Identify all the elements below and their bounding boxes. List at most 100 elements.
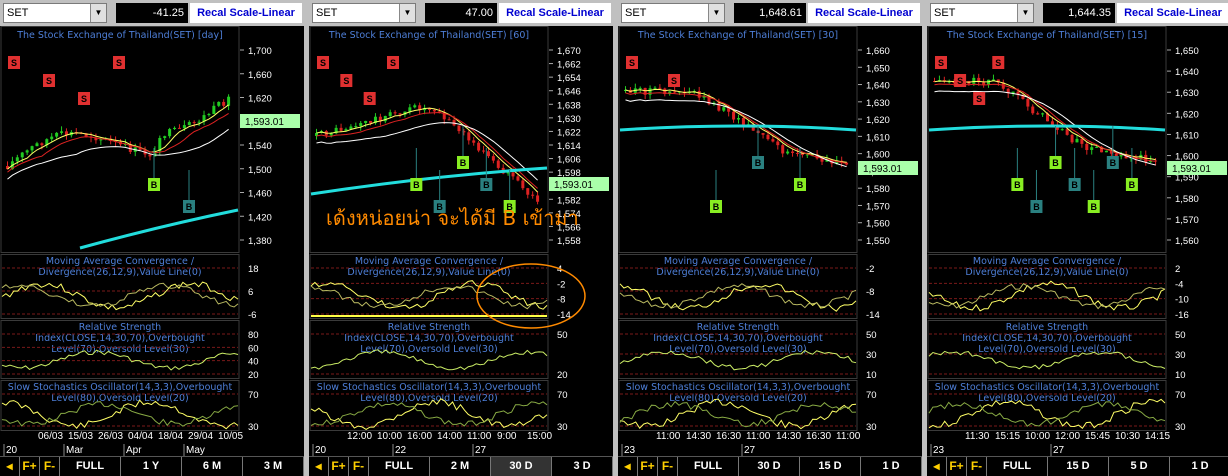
- symbol-select[interactable]: SET ▼: [312, 3, 416, 23]
- range-button-full[interactable]: FULL: [987, 457, 1048, 476]
- candle-body: [163, 136, 167, 138]
- range-button-15d[interactable]: 15 D: [800, 457, 861, 476]
- price-axis-tick: 1,560: [1175, 236, 1199, 247]
- scroll-left-icon[interactable]: ◂: [0, 457, 20, 476]
- range-button-2m[interactable]: 2 M: [430, 457, 491, 476]
- price-axis-tick: 1,700: [248, 46, 272, 57]
- range-button-3m[interactable]: 3 M: [243, 457, 304, 476]
- sto-title: Level(80),Oversold Level(20): [669, 393, 806, 404]
- chart-area[interactable]: The Stock Exchange of Thailand(SET) [60]…: [309, 26, 613, 456]
- scroll-left-icon[interactable]: ◂: [927, 457, 947, 476]
- range-button-bar: ◂ F+ F- FULL 1 Y6 M3 M: [0, 456, 304, 476]
- signal-tag-label: B: [413, 180, 420, 190]
- scroll-left-icon[interactable]: ◂: [618, 457, 638, 476]
- zoom-out-button[interactable]: F-: [967, 457, 987, 476]
- chevron-down-icon[interactable]: ▼: [399, 4, 415, 22]
- candle-body: [413, 105, 417, 108]
- price-axis-tick: 1,606: [557, 155, 581, 166]
- candle-body: [55, 132, 59, 137]
- chevron-down-icon[interactable]: ▼: [1017, 4, 1033, 22]
- candle-body: [766, 134, 770, 140]
- price-axis-tick: 1,580: [1175, 194, 1199, 205]
- chart-title: The Stock Exchange of Thailand(SET) [30]: [637, 30, 838, 41]
- range-button-full[interactable]: FULL: [678, 457, 739, 476]
- price-axis-tick: 1,662: [557, 60, 581, 71]
- macd-axis-tick: -8: [866, 287, 874, 298]
- zoom-in-button[interactable]: F+: [20, 457, 40, 476]
- recal-scale-button[interactable]: Recal Scale-Linear: [499, 3, 611, 23]
- rsi-axis-tick: 40: [248, 357, 259, 368]
- scroll-left-icon[interactable]: ◂: [309, 457, 329, 476]
- rsi-axis-tick: 30: [866, 350, 877, 361]
- candle-body: [339, 127, 343, 131]
- date-axis-label: 15:45: [1085, 431, 1110, 442]
- symbol-value: SET: [934, 7, 956, 19]
- range-button-3d[interactable]: 3 D: [552, 457, 613, 476]
- sto-title: Slow Stochastics Oscillator(14,3,3),Over…: [8, 382, 233, 393]
- candle-body: [369, 120, 373, 124]
- range-button-1d[interactable]: 1 D: [861, 457, 922, 476]
- range-button-30d[interactable]: 30 D: [739, 457, 800, 476]
- macd-axis-tick: -8: [557, 295, 565, 306]
- zoom-in-button[interactable]: F+: [947, 457, 967, 476]
- chart-canvas[interactable]: The Stock Exchange of Thailand(SET) [day…: [0, 26, 304, 456]
- zoom-in-button[interactable]: F+: [638, 457, 658, 476]
- price-axis-tick: 1,420: [248, 212, 272, 223]
- ma-mid-line: [625, 99, 847, 168]
- range-button-full[interactable]: FULL: [60, 457, 121, 476]
- date-axis-label: 11:00: [656, 431, 681, 442]
- chart-canvas[interactable]: The Stock Exchange of Thailand(SET) [60]…: [309, 26, 613, 456]
- last-price-tag: 1,593.01: [245, 117, 284, 128]
- signal-tag-label: S: [629, 58, 635, 68]
- ma-long-line: [79, 208, 239, 250]
- candle-body: [359, 123, 363, 127]
- rsi-axis-tick: 80: [248, 330, 259, 341]
- chevron-down-icon[interactable]: ▼: [708, 4, 724, 22]
- range-button-15d[interactable]: 15 D: [1048, 457, 1109, 476]
- rsi-axis-tick: 20: [557, 370, 568, 381]
- chart-area[interactable]: The Stock Exchange of Thailand(SET) [30]…: [618, 26, 922, 456]
- signal-tag-label: S: [957, 76, 963, 86]
- symbol-select[interactable]: SET ▼: [3, 3, 107, 23]
- price-change-readout: 1,644.35: [1043, 3, 1115, 23]
- zoom-in-button[interactable]: F+: [329, 457, 349, 476]
- zoom-out-button[interactable]: F-: [658, 457, 678, 476]
- range-button-30d[interactable]: 30 D: [491, 457, 552, 476]
- range-button-1d[interactable]: 1 D: [1170, 457, 1228, 476]
- candle-body: [506, 172, 510, 174]
- symbol-value: SET: [316, 7, 338, 19]
- recal-scale-button[interactable]: Recal Scale-Linear: [808, 3, 920, 23]
- signal-tag-label: S: [320, 58, 326, 68]
- chart-canvas[interactable]: The Stock Exchange of Thailand(SET) [15]…: [927, 26, 1228, 456]
- symbol-select[interactable]: SET ▼: [621, 3, 725, 23]
- price-axis-tick: 1,646: [557, 87, 581, 98]
- recal-scale-button[interactable]: Recal Scale-Linear: [190, 3, 302, 23]
- candle-body: [795, 152, 799, 154]
- recal-scale-button[interactable]: Recal Scale-Linear: [1117, 3, 1228, 23]
- symbol-value: SET: [7, 7, 29, 19]
- date-axis-label: 10:00: [1025, 431, 1050, 442]
- chevron-down-icon[interactable]: ▼: [90, 4, 106, 22]
- zoom-out-button[interactable]: F-: [40, 457, 60, 476]
- macd-axis-tick: -6: [248, 310, 256, 321]
- chart-area[interactable]: The Stock Exchange of Thailand(SET) [15]…: [927, 26, 1228, 456]
- macd-signal-line: [1, 282, 239, 308]
- zoom-out-button[interactable]: F-: [349, 457, 369, 476]
- range-button-1y[interactable]: 1 Y: [121, 457, 182, 476]
- range-button-full[interactable]: FULL: [369, 457, 430, 476]
- candle-body: [536, 195, 540, 202]
- price-axis-tick: 1,580: [866, 184, 890, 195]
- candle-body: [20, 152, 24, 158]
- range-button-5d[interactable]: 5 D: [1109, 457, 1170, 476]
- date-axis-label: 10:30: [1115, 431, 1140, 442]
- candle-body: [1080, 138, 1084, 144]
- chart-area[interactable]: The Stock Exchange of Thailand(SET) [day…: [0, 26, 304, 456]
- chart-canvas[interactable]: The Stock Exchange of Thailand(SET) [30]…: [618, 26, 922, 456]
- candle-body: [177, 127, 181, 129]
- signal-tag-label: B: [1014, 180, 1021, 190]
- candle-body: [40, 143, 44, 146]
- stochastic-k-line: [1, 399, 239, 430]
- symbol-select[interactable]: SET ▼: [930, 3, 1034, 23]
- candle-body: [50, 136, 54, 140]
- range-button-6m[interactable]: 6 M: [182, 457, 243, 476]
